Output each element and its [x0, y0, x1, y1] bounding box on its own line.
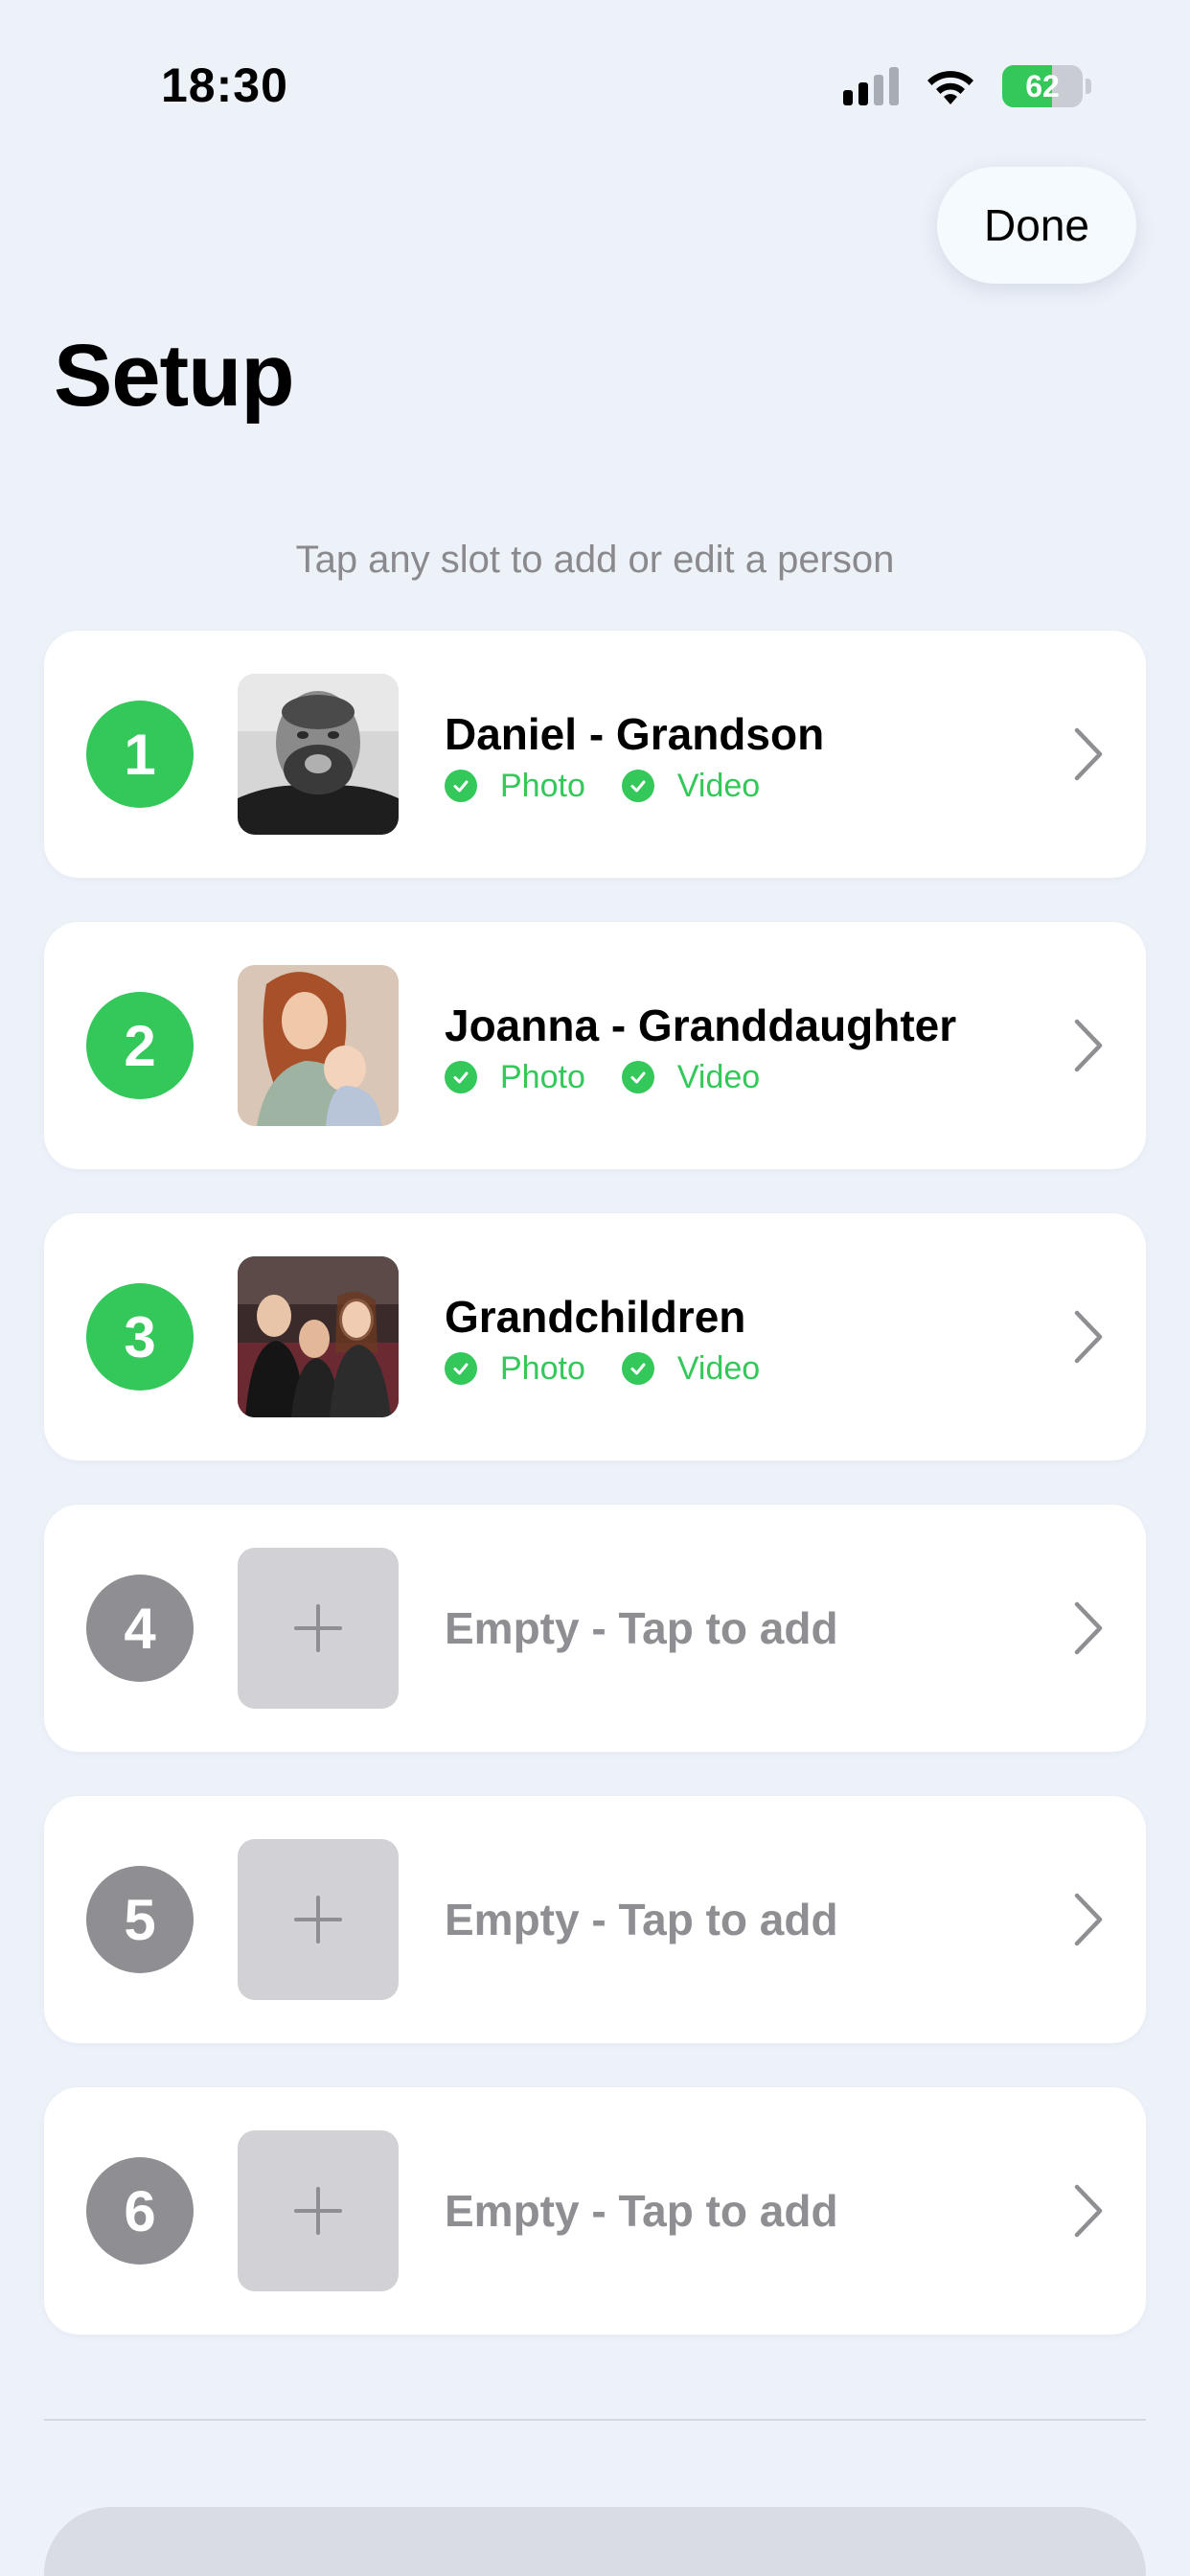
- wifi-icon: [924, 66, 977, 106]
- person-info: Empty - Tap to add: [445, 1796, 1031, 2043]
- person-slot-5[interactable]: 5 Empty - Tap to add: [44, 1796, 1146, 2043]
- chevron-right-icon: [1074, 727, 1103, 781]
- person-name: Daniel - Grandson: [445, 708, 825, 759]
- person-slot-6[interactable]: 6 Empty - Tap to add: [44, 2087, 1146, 2334]
- photo-status: Photo: [445, 1350, 585, 1388]
- slot-number-badge: 2: [86, 992, 194, 1099]
- person-photo-thumbnail: [238, 965, 399, 1126]
- person-slot-4[interactable]: 4 Empty - Tap to add: [44, 1505, 1146, 1752]
- slot-number-badge: 4: [86, 1575, 194, 1682]
- checkmark-icon: [445, 1061, 477, 1093]
- slot-number-badge: 1: [86, 701, 194, 808]
- instruction-hint: Tap any slot to add or edit a person: [295, 539, 895, 581]
- checkmark-icon: [621, 770, 654, 802]
- empty-photo-placeholder: [238, 1548, 399, 1709]
- person-photo-thumbnail: [238, 674, 399, 835]
- bottom-action-button[interactable]: [44, 2507, 1146, 2576]
- photo-label: Photo: [500, 1349, 585, 1387]
- slot-number-badge: 3: [86, 1283, 194, 1391]
- section-divider: [44, 2419, 1146, 2421]
- media-status: Photo Video: [445, 1059, 1031, 1096]
- video-status: Video: [621, 1349, 761, 1388]
- person-info: Empty - Tap to add: [445, 1505, 1031, 1752]
- chevron-right-icon: [1074, 1601, 1103, 1655]
- person-photo-thumbnail: [238, 1256, 399, 1417]
- photo-status: Photo: [445, 1059, 585, 1096]
- empty-slot-label: Empty - Tap to add: [445, 2186, 838, 2236]
- plus-icon: [294, 2187, 342, 2235]
- photo-label: Photo: [500, 1058, 585, 1095]
- plus-icon: [294, 1896, 342, 1944]
- checkmark-icon: [445, 1352, 477, 1385]
- page-title: Setup: [54, 327, 295, 425]
- empty-photo-placeholder: [238, 1839, 399, 2000]
- person-name: Joanna - Granddaughter: [445, 1000, 957, 1050]
- empty-slot-label: Empty - Tap to add: [445, 1603, 838, 1653]
- checkmark-icon: [621, 1352, 654, 1385]
- person-slot-1[interactable]: 1 Daniel - Grandson Photo Video: [44, 631, 1146, 878]
- cellular-signal-icon: [843, 67, 899, 105]
- chevron-right-icon: [1074, 1310, 1103, 1364]
- chevron-right-icon: [1074, 1019, 1103, 1072]
- person-info: Grandchildren Photo Video: [445, 1213, 1031, 1460]
- video-label: Video: [676, 1349, 761, 1387]
- battery-icon: 62: [1002, 65, 1091, 107]
- setup-screen: 18:30 62 Done Setup Tap any slot to add: [0, 0, 1190, 2576]
- video-label: Video: [676, 767, 761, 804]
- video-status: Video: [621, 1058, 761, 1096]
- video-label: Video: [676, 1058, 761, 1095]
- checkmark-icon: [445, 770, 477, 802]
- status-indicators: 62: [843, 59, 1091, 113]
- checkmark-icon: [621, 1061, 654, 1093]
- person-slot-3[interactable]: 3 Grandchildren Photo Video: [44, 1213, 1146, 1460]
- photo-label: Photo: [500, 767, 585, 804]
- person-name: Grandchildren: [445, 1291, 746, 1342]
- slot-number-badge: 5: [86, 1866, 194, 1973]
- media-status: Photo Video: [445, 768, 1031, 805]
- photo-status: Photo: [445, 768, 585, 805]
- chevron-right-icon: [1074, 1893, 1103, 1946]
- person-info: Joanna - Granddaughter Photo Video: [445, 922, 1031, 1169]
- status-time: 18:30: [161, 58, 288, 112]
- person-slot-2[interactable]: 2 Joanna - Granddaughter Photo Video: [44, 922, 1146, 1169]
- slot-number-badge: 6: [86, 2157, 194, 2265]
- battery-percent: 62: [1025, 68, 1060, 104]
- chevron-right-icon: [1074, 2184, 1103, 2238]
- video-status: Video: [621, 767, 761, 805]
- person-info: Daniel - Grandson Photo Video: [445, 631, 1031, 878]
- empty-photo-placeholder: [238, 2130, 399, 2291]
- plus-icon: [294, 1604, 342, 1652]
- person-info: Empty - Tap to add: [445, 2087, 1031, 2334]
- empty-slot-label: Empty - Tap to add: [445, 1895, 838, 1944]
- media-status: Photo Video: [445, 1350, 1031, 1388]
- done-button[interactable]: Done: [937, 167, 1136, 284]
